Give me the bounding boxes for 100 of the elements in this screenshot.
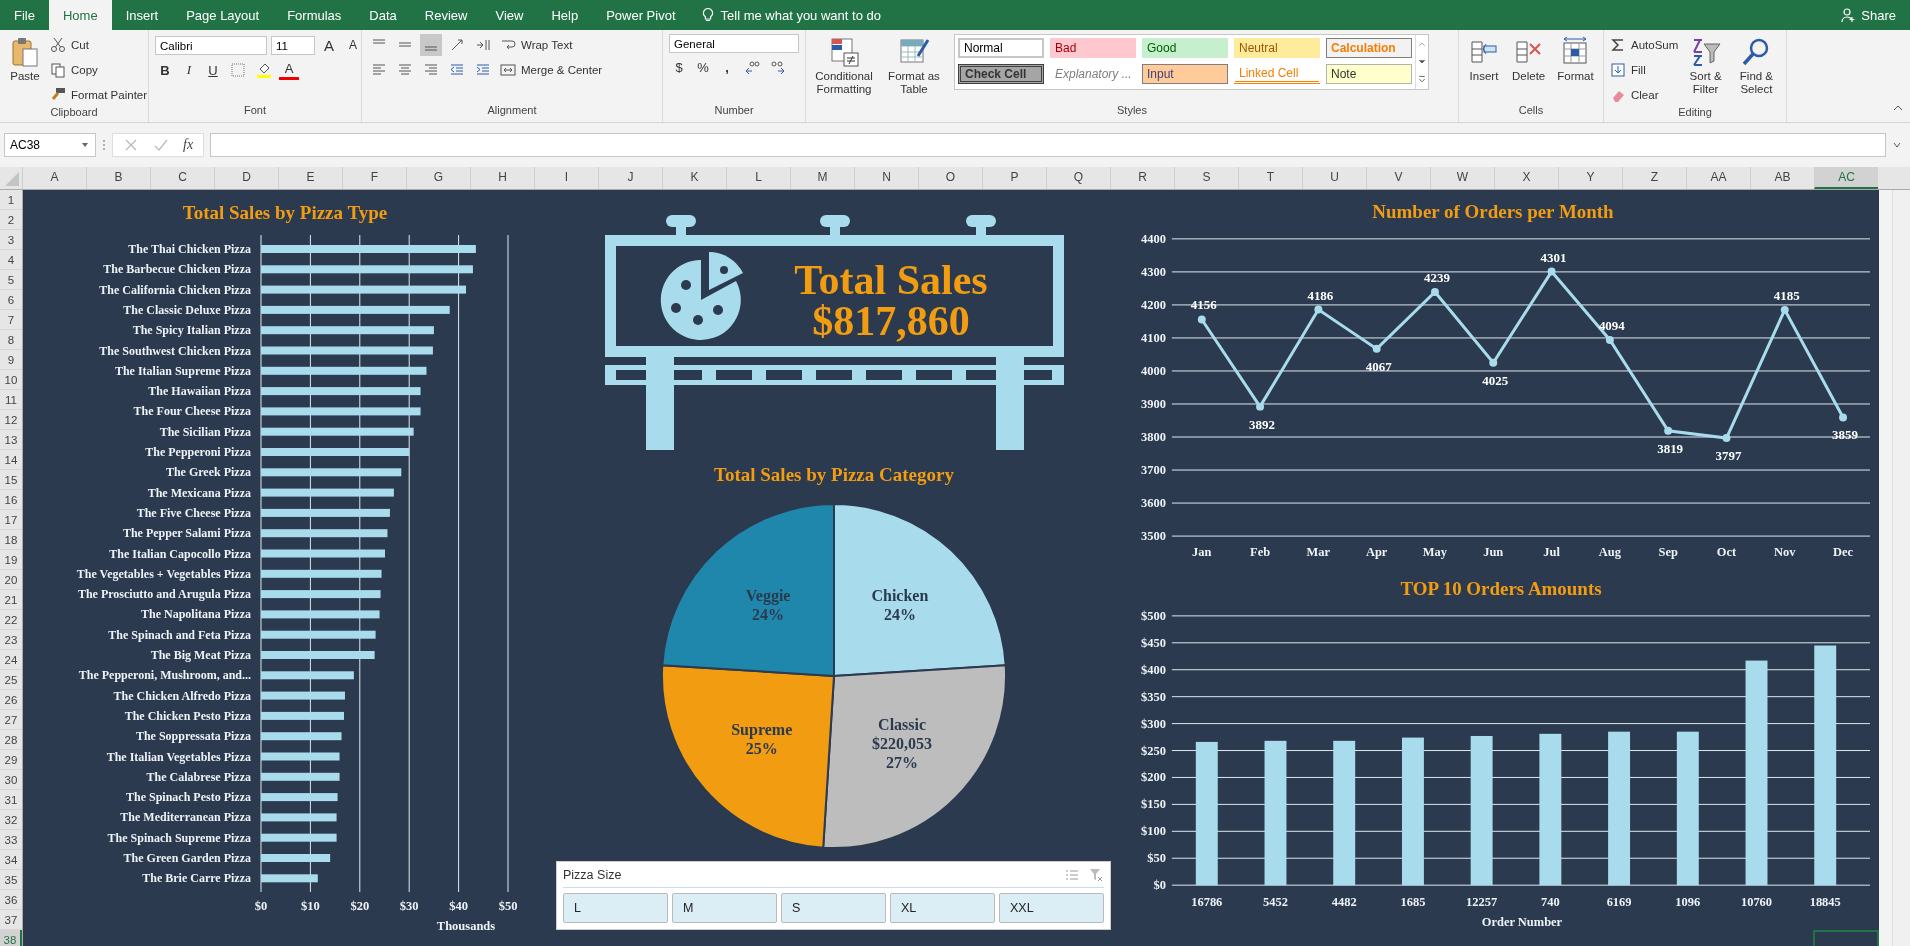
formula-input[interactable] — [210, 133, 1886, 157]
row-header[interactable]: 32 — [0, 810, 22, 830]
font-family-dropdown[interactable]: Calibri — [155, 35, 267, 55]
ribbon-tab[interactable]: Insert — [111, 0, 173, 30]
row-header[interactable]: 11 — [0, 390, 22, 410]
ribbon-tab[interactable]: Data — [355, 0, 411, 30]
column-header[interactable]: Y — [1558, 167, 1622, 189]
row-header[interactable]: 30 — [0, 770, 22, 790]
column-header[interactable]: B — [86, 167, 150, 189]
row-header[interactable]: 15 — [0, 470, 22, 490]
currency-button[interactable]: $ — [669, 56, 689, 78]
row-header[interactable]: 26 — [0, 690, 22, 710]
paste-button[interactable]: Paste — [6, 34, 44, 86]
column-header[interactable]: AC — [1814, 167, 1878, 189]
underline-button[interactable]: U — [203, 59, 223, 81]
bottom-align-icon[interactable] — [420, 34, 442, 56]
ribbon-tab[interactable]: Formulas — [273, 0, 356, 30]
checkmark-icon[interactable] — [153, 137, 169, 153]
conditional-formatting-button[interactable]: Conditional Formatting — [812, 34, 876, 99]
column-header[interactable]: J — [598, 167, 662, 189]
copy-button[interactable]: Copy — [50, 59, 148, 81]
grow-font-button[interactable]: A — [319, 34, 339, 56]
cut-button[interactable]: Cut — [50, 34, 148, 56]
slicer-item[interactable]: M — [672, 893, 777, 923]
format-cells-button[interactable]: Format — [1554, 34, 1597, 86]
ribbon-tab[interactable]: Power Pivot — [592, 0, 690, 30]
merge-center-button[interactable]: Merge & Center — [500, 59, 603, 81]
row-header[interactable]: 18 — [0, 530, 22, 550]
column-header[interactable]: S — [1174, 167, 1238, 189]
ribbon-tab[interactable]: Help — [537, 0, 593, 30]
sort-filter-button[interactable]: Sort & Filter — [1684, 34, 1727, 99]
number-format-dropdown[interactable]: General — [669, 34, 799, 53]
clear-button[interactable]: Clear — [1610, 84, 1679, 106]
row-header[interactable]: 36 — [0, 890, 22, 910]
multi-select-icon[interactable] — [1064, 867, 1080, 883]
ribbon-tab[interactable]: View — [481, 0, 538, 30]
name-box[interactable]: AC38 — [4, 133, 96, 157]
row-header[interactable]: 24 — [0, 650, 22, 670]
row-header[interactable]: 2 — [0, 210, 22, 230]
row-header[interactable]: 33 — [0, 830, 22, 850]
row-header[interactable]: 25 — [0, 670, 22, 690]
column-header[interactable]: R — [1110, 167, 1174, 189]
column-header[interactable]: Q — [1046, 167, 1110, 189]
fill-button[interactable]: Fill — [1610, 59, 1679, 81]
insert-function-button[interactable]: fx — [183, 137, 194, 153]
column-header[interactable]: G — [406, 167, 470, 189]
column-header[interactable]: F — [342, 167, 406, 189]
bold-button[interactable]: B — [155, 59, 175, 81]
share-button[interactable]: Share — [1826, 0, 1910, 30]
cell-style-option[interactable]: Input — [1142, 63, 1228, 84]
clear-filter-icon[interactable] — [1088, 867, 1104, 883]
row-header[interactable]: 23 — [0, 630, 22, 650]
row-header[interactable]: 21 — [0, 590, 22, 610]
row-header[interactable]: 31 — [0, 790, 22, 810]
slicer-item[interactable]: L — [563, 893, 668, 923]
row-header[interactable]: 4 — [0, 250, 22, 270]
row-header[interactable]: 20 — [0, 570, 22, 590]
column-header[interactable]: M — [790, 167, 854, 189]
row-header[interactable]: 1 — [0, 190, 22, 210]
cancel-icon[interactable] — [123, 137, 139, 153]
slicer-item[interactable]: S — [781, 893, 886, 923]
ribbon-tab[interactable]: Home — [48, 0, 112, 30]
column-header[interactable]: D — [214, 167, 278, 189]
delete-cells-button[interactable]: Delete — [1509, 34, 1549, 86]
ribbon-tab[interactable]: File — [0, 0, 49, 30]
column-header[interactable]: C — [150, 167, 214, 189]
row-header[interactable]: 34 — [0, 850, 22, 870]
slicer-item[interactable]: XXL — [999, 893, 1104, 923]
column-header[interactable]: U — [1302, 167, 1366, 189]
column-header[interactable]: E — [278, 167, 342, 189]
cell-style-option[interactable]: Normal — [958, 38, 1044, 58]
cell-style-option[interactable]: Check Cell — [958, 63, 1044, 84]
row-header[interactable]: 17 — [0, 510, 22, 530]
row-header[interactable]: 3 — [0, 230, 22, 250]
insert-cells-button[interactable]: Insert — [1465, 34, 1503, 86]
comma-button[interactable]: , — [717, 56, 737, 78]
column-header[interactable]: K — [662, 167, 726, 189]
column-header[interactable]: L — [726, 167, 790, 189]
row-header[interactable]: 10 — [0, 370, 22, 390]
column-header[interactable]: X — [1494, 167, 1558, 189]
format-painter-button[interactable]: Format Painter — [50, 84, 148, 106]
row-header[interactable]: 28 — [0, 730, 22, 750]
row-header[interactable]: 12 — [0, 410, 22, 430]
column-header[interactable]: Z — [1622, 167, 1686, 189]
row-header[interactable]: 13 — [0, 430, 22, 450]
drag-handle-icon[interactable] — [102, 137, 106, 153]
column-header[interactable]: P — [982, 167, 1046, 189]
cell-style-option[interactable]: Bad — [1050, 38, 1136, 58]
row-header[interactable]: 38 — [0, 930, 22, 946]
shrink-font-button[interactable]: A — [343, 34, 363, 56]
row-header[interactable]: 22 — [0, 610, 22, 630]
italic-button[interactable]: I — [179, 59, 199, 81]
column-header[interactable]: H — [470, 167, 534, 189]
column-header[interactable]: AA — [1686, 167, 1750, 189]
column-header[interactable]: O — [918, 167, 982, 189]
row-header[interactable]: 6 — [0, 290, 22, 310]
autosum-button[interactable]: AutoSum — [1610, 34, 1679, 56]
row-header[interactable]: 19 — [0, 550, 22, 570]
column-header[interactable]: V — [1366, 167, 1430, 189]
column-header[interactable]: N — [854, 167, 918, 189]
